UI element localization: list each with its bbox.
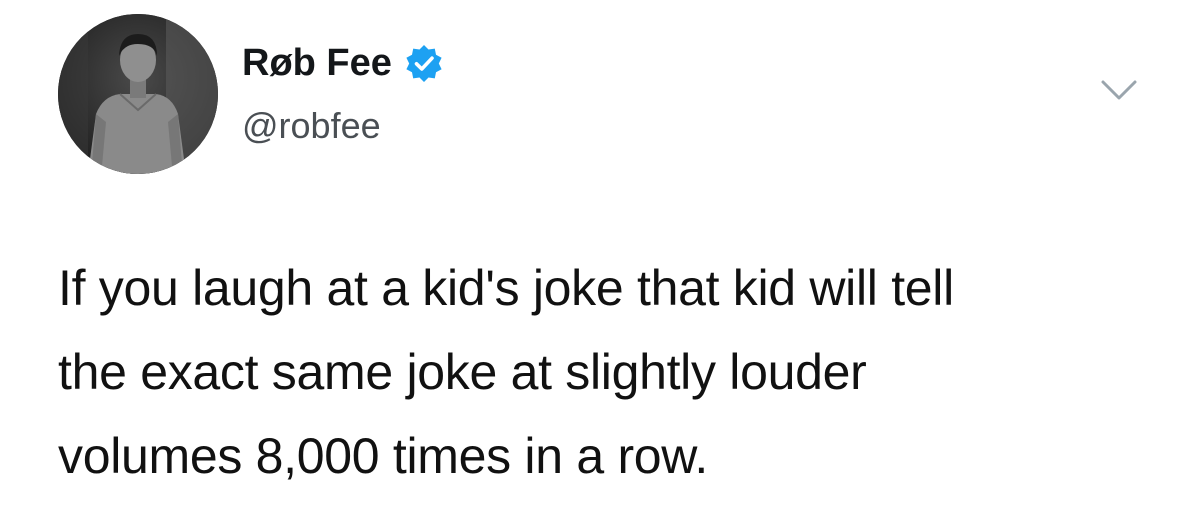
user-handle[interactable]: @robfee [242, 104, 381, 148]
avatar[interactable] [58, 14, 218, 174]
tweet-text-line: the exact same joke at slightly louder [58, 344, 867, 400]
verified-badge-icon [404, 43, 444, 83]
display-name[interactable]: Røb Fee [242, 40, 392, 86]
tweet-text-line: If you laugh at a kid's joke that kid wi… [58, 260, 954, 316]
chevron-down-icon[interactable] [1099, 78, 1139, 104]
tweet-text-line: volumes 8,000 times in a row. [58, 428, 708, 484]
tweet-text: If you laugh at a kid's joke that kid wi… [58, 246, 1178, 498]
display-name-row[interactable]: Røb Fee [242, 40, 444, 86]
avatar-photo [58, 14, 218, 174]
tweet-card: Røb Fee @robfee If you laugh at a kid's … [0, 0, 1200, 518]
